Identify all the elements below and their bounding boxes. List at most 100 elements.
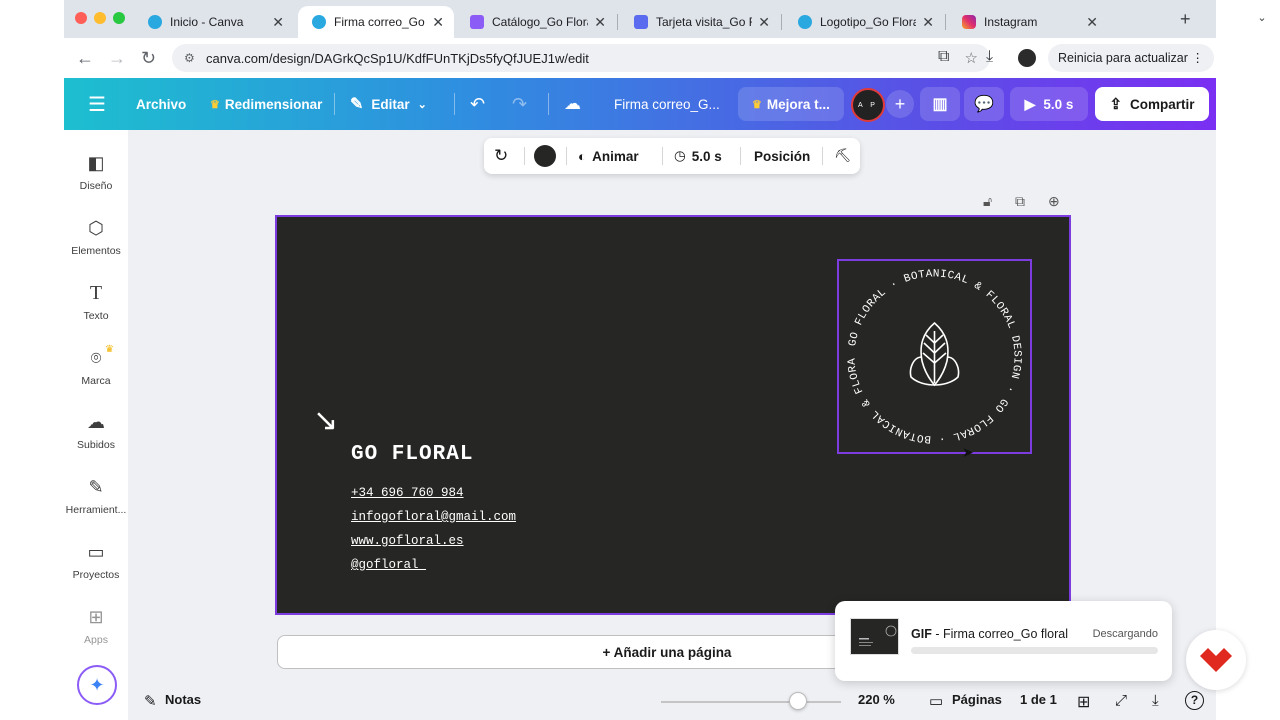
browser-tab-firma-correo[interactable]: Firma correo_Go floral ✕ bbox=[298, 6, 454, 38]
timing-button[interactable]: ◷ 5.0 s bbox=[674, 138, 722, 174]
grid-view-icon[interactable]: ⊞ bbox=[1077, 692, 1090, 712]
maximize-window-button[interactable] bbox=[113, 12, 125, 24]
user-avatar[interactable]: A P bbox=[851, 88, 885, 122]
crown-icon: ♛ bbox=[105, 344, 114, 355]
comments-icon[interactable]: 💬 bbox=[964, 87, 1004, 121]
sidebar-item-texto[interactable]: T Texto bbox=[64, 282, 128, 322]
lotus-icon bbox=[909, 321, 960, 387]
download-icon[interactable]: ⤓ bbox=[986, 48, 993, 66]
pages-icon[interactable]: ▭ bbox=[929, 692, 943, 710]
apps-icon: ⊞ bbox=[88, 607, 104, 627]
magic-sparkle-button[interactable]: ✦ bbox=[77, 665, 117, 705]
tab-title: Tarjeta visita_Go Floral bbox=[656, 15, 752, 29]
website-text[interactable]: www.gofloral.es bbox=[351, 534, 464, 548]
design-page[interactable]: ↘ GO FLORAL +34 696 760 984 infogofloral… bbox=[275, 215, 1071, 615]
upgrade-button[interactable]: ♛ Mejora t... bbox=[738, 87, 844, 121]
close-tab-icon[interactable]: ✕ bbox=[922, 14, 934, 31]
browser-tab-inicio[interactable]: Inicio - Canva ✕ bbox=[134, 6, 294, 38]
site-info-icon[interactable]: ⚙ bbox=[184, 51, 195, 65]
minimize-window-button[interactable] bbox=[94, 12, 106, 24]
browser-tab-instagram[interactable]: Instagram ✕ bbox=[948, 6, 1108, 38]
paint-format-icon[interactable]: ⛏ bbox=[834, 138, 851, 174]
browser-tab-logotipo[interactable]: Logotipo_Go Floral ✕ bbox=[784, 6, 944, 38]
sidebar-item-marca[interactable]: ⌾ ♛ Marca bbox=[64, 344, 128, 387]
upgrade-label: Mejora t... bbox=[766, 96, 830, 112]
animate-button[interactable]: ◐ Animar bbox=[578, 138, 639, 174]
cloud-saved-icon[interactable]: ☁ bbox=[564, 78, 581, 130]
edit-mode-button[interactable]: ✎ Editar ⌄ bbox=[350, 78, 427, 130]
undo-icon[interactable]: ↶ bbox=[470, 78, 485, 130]
tab-title: Firma correo_Go floral bbox=[334, 15, 426, 29]
close-tab-icon[interactable]: ✕ bbox=[594, 14, 606, 31]
bookmark-star-icon[interactable]: ☆ bbox=[965, 49, 978, 67]
sidebar-item-label: Marca bbox=[81, 375, 111, 387]
zoom-slider[interactable] bbox=[661, 701, 841, 703]
timing-label: 5.0 s bbox=[691, 148, 722, 164]
color-swatch-button[interactable] bbox=[534, 138, 556, 174]
email-text[interactable]: infogofloral@gmail.com bbox=[351, 510, 516, 524]
close-window-button[interactable] bbox=[75, 12, 87, 24]
download-status: Descargando bbox=[1092, 628, 1158, 640]
document-title[interactable]: Firma correo_G... bbox=[614, 78, 720, 130]
sidebar-item-diseno[interactable]: ◧ Diseño bbox=[64, 152, 128, 192]
url-omnibox[interactable]: ⚙ canva.com/design/DAGrkQcSp1U/KdfFUnTKj… bbox=[172, 44, 990, 72]
zoom-slider-handle[interactable] bbox=[788, 692, 807, 710]
toolbar-separator bbox=[566, 147, 567, 165]
brand-badge-button[interactable] bbox=[1186, 630, 1246, 690]
close-tab-icon[interactable]: ✕ bbox=[1086, 14, 1098, 31]
duplicate-page-icon[interactable]: ⧉ bbox=[1015, 193, 1025, 210]
add-page-icon[interactable]: ⊕ bbox=[1048, 193, 1060, 210]
close-tab-icon[interactable]: ✕ bbox=[758, 14, 770, 31]
resize-label: Redimensionar bbox=[224, 96, 323, 112]
fullscreen-icon[interactable]: ⤢ bbox=[1115, 692, 1127, 709]
logo-selection-box[interactable]: GO FLORAL · BOTANICAL & FLORAL DESIGN · … bbox=[835, 253, 1032, 454]
browser-tab-catalogo[interactable]: Catálogo_Go Floral ✕ bbox=[456, 6, 616, 38]
toolbar-separator bbox=[662, 147, 663, 165]
sidebar-item-proyectos[interactable]: ▭ Proyectos bbox=[64, 541, 128, 581]
help-icon[interactable]: ? bbox=[1185, 691, 1204, 710]
download-filename: GIF - Firma correo_Go floral bbox=[911, 627, 1068, 641]
tab-title: Logotipo_Go Floral bbox=[820, 15, 917, 29]
new-tab-plus-icon[interactable]: + bbox=[1180, 9, 1191, 30]
restart-to-update-button[interactable]: Reinicia para actualizar ⋮ bbox=[1048, 44, 1214, 72]
play-preview-button[interactable]: ▶ 5.0 s bbox=[1010, 87, 1088, 121]
resize-button[interactable]: ♛ Redimensionar bbox=[210, 78, 322, 130]
arrow-down-right-icon[interactable]: ↘ bbox=[313, 403, 338, 438]
tab-title: Catálogo_Go Floral bbox=[492, 15, 589, 29]
tab-search-chevron-icon[interactable]: ⌄ bbox=[1249, 6, 1275, 30]
sidebar-item-herramientas[interactable]: ✎ Herramient... bbox=[64, 476, 128, 516]
hamburger-menu-icon[interactable]: ☰ bbox=[88, 78, 106, 130]
notes-button[interactable]: Notas bbox=[165, 692, 201, 707]
redo-icon[interactable]: ↷ bbox=[512, 78, 527, 130]
back-arrow-icon[interactable]: ← bbox=[76, 48, 94, 69]
lock-icon[interactable]: 🔓︎ bbox=[983, 193, 992, 210]
replace-rotate-icon[interactable]: ↻ bbox=[494, 138, 508, 174]
browser-tab-bar: Inicio - Canva ✕ Firma correo_Go floral … bbox=[64, 0, 1275, 38]
forward-arrow-icon[interactable]: → bbox=[108, 48, 126, 69]
profile-avatar[interactable] bbox=[1018, 49, 1036, 67]
animate-label: Animar bbox=[592, 148, 639, 164]
upload-icon: ☁ bbox=[87, 412, 105, 432]
close-tab-icon[interactable]: ✕ bbox=[432, 14, 444, 31]
color-swatch bbox=[534, 145, 556, 167]
position-button[interactable]: Posición bbox=[754, 138, 810, 174]
sidebar-item-elementos[interactable]: ⬡ Elementos bbox=[64, 217, 128, 257]
brand-heading[interactable]: GO FLORAL bbox=[351, 443, 473, 466]
share-button[interactable]: ⇪ Compartir bbox=[1095, 87, 1209, 121]
extensions-puzzle-icon[interactable]: ⧉ bbox=[938, 48, 949, 66]
invite-plus-button[interactable]: + bbox=[886, 90, 914, 118]
reload-icon[interactable]: ↻ bbox=[141, 48, 156, 69]
file-menu-button[interactable]: Archivo bbox=[136, 78, 186, 130]
sidebar-item-subidos[interactable]: ☁ Subidos bbox=[64, 411, 128, 451]
download-arrow-icon[interactable]: ⤓ bbox=[1152, 692, 1159, 709]
browser-tab-tarjeta[interactable]: Tarjeta visita_Go Floral ✕ bbox=[620, 6, 780, 38]
phone-text[interactable]: +34 696 760 984 bbox=[351, 486, 464, 500]
pages-button[interactable]: Páginas bbox=[952, 692, 1002, 707]
close-tab-icon[interactable]: ✕ bbox=[272, 14, 284, 31]
zoom-level[interactable]: 220 % bbox=[858, 692, 895, 707]
sidebar-item-apps[interactable]: ⊞ Apps bbox=[64, 606, 128, 646]
notes-icon[interactable]: ✎ bbox=[144, 692, 157, 710]
sidebar-item-label: Herramient... bbox=[65, 504, 127, 516]
insights-chart-icon[interactable]: ▥ bbox=[920, 87, 960, 121]
instagram-handle-text[interactable]: @gofloral_ bbox=[351, 558, 426, 572]
